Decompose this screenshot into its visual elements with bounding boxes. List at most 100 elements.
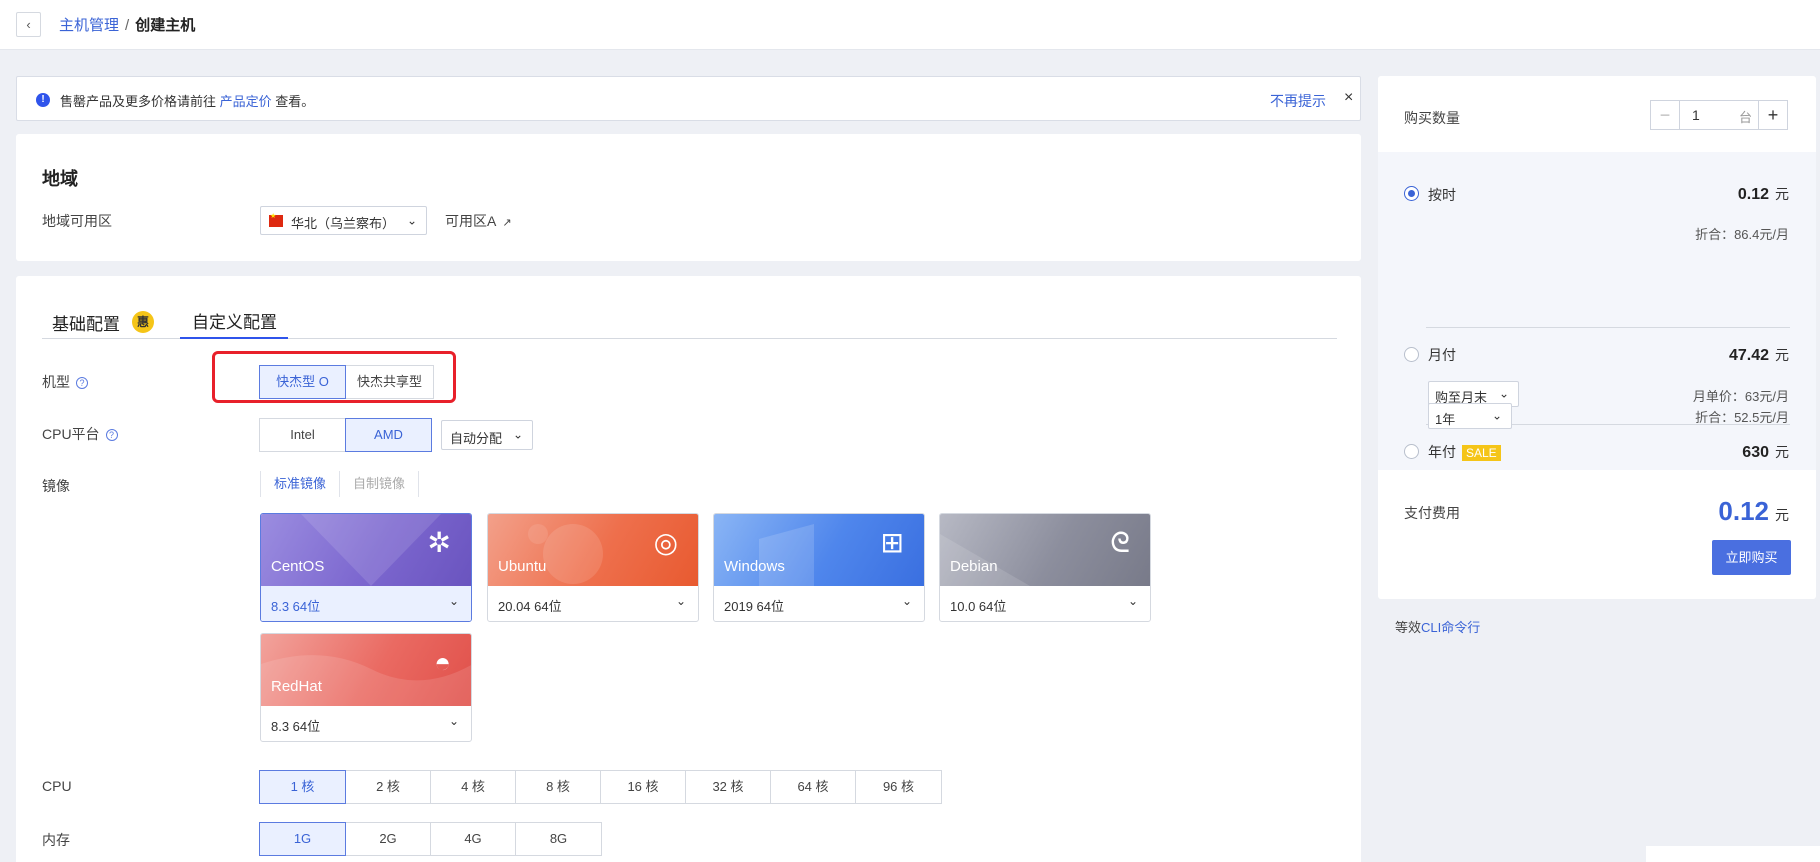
cpu-platform-selector: Intel AMD bbox=[259, 418, 432, 452]
memory-option[interactable]: 1G bbox=[259, 822, 346, 856]
os-version: 8.3 64位 bbox=[271, 599, 321, 614]
sale-badge: SALE bbox=[1462, 445, 1501, 461]
os-name: CentOS bbox=[271, 558, 325, 575]
cpu-selector: 1 核 2 核 4 核 8 核 16 核 32 核 64 核 96 核 bbox=[259, 770, 942, 804]
external-link-icon: ↗ bbox=[502, 217, 512, 229]
notice-text: 售罄产品及更多价格请前往 产品定价 查看。 bbox=[60, 94, 315, 109]
debian-logo-icon: ᘓ bbox=[1110, 527, 1130, 558]
cpu-allocation-select[interactable]: 自动分配 ⌄ bbox=[441, 420, 533, 450]
os-card-ubuntu[interactable]: Ubuntu ◎ 20.04 64位 ⌄ bbox=[487, 513, 699, 622]
chevron-down-icon[interactable]: ⌄ bbox=[449, 594, 459, 608]
increment-button[interactable]: + bbox=[1758, 100, 1788, 130]
tab-active-indicator bbox=[180, 337, 288, 339]
image-tabs: 标准镜像 自制镜像 bbox=[260, 471, 420, 497]
os-card-debian[interactable]: Debian ᘓ 10.0 64位 ⌄ bbox=[939, 513, 1151, 622]
os-card-redhat[interactable]: RedHat ◓ 8.3 64位 ⌄ bbox=[260, 633, 472, 742]
chevron-down-icon[interactable]: ⌄ bbox=[902, 594, 912, 608]
buy-now-button[interactable]: 立即购买 bbox=[1712, 540, 1791, 575]
chevron-down-icon[interactable]: ⌄ bbox=[449, 714, 459, 728]
os-version: 20.04 64位 bbox=[498, 599, 562, 614]
centos-logo-icon: ✲ bbox=[427, 527, 451, 558]
region-title: 地域 bbox=[42, 169, 78, 189]
info-icon: ! bbox=[36, 93, 50, 107]
chevron-down-icon: ⌄ bbox=[1498, 386, 1509, 401]
decrement-button[interactable]: − bbox=[1650, 100, 1680, 130]
top-bar: ‹ 主机管理 / 创建主机 bbox=[0, 0, 1820, 50]
plan-name: 按时 bbox=[1428, 187, 1456, 203]
yearly-period-select[interactable]: 1年 ⌄ bbox=[1428, 403, 1512, 429]
cpu-platform-label: CPU平台? bbox=[42, 424, 118, 444]
radio-yearly[interactable] bbox=[1404, 444, 1419, 459]
total-price: 0.12 元 bbox=[1718, 496, 1789, 526]
cpu-label: CPU bbox=[42, 778, 72, 794]
region-card: 地域 地域可用区 华北（乌兰察布） ⌄ 可用区A↗ bbox=[16, 134, 1361, 261]
total-label: 支付费用 bbox=[1404, 505, 1460, 521]
breadcrumb: 主机管理 / 创建主机 bbox=[59, 17, 196, 34]
tab-standard-image[interactable]: 标准镜像 bbox=[260, 471, 341, 497]
radio-monthly[interactable] bbox=[1404, 347, 1419, 362]
region-select[interactable]: 华北（乌兰察布） ⌄ bbox=[260, 206, 427, 235]
memory-option[interactable]: 2G bbox=[345, 822, 431, 856]
os-name: RedHat bbox=[271, 678, 322, 695]
order-summary-card: 购买数量 − 1台 + 按时 0.12 元 折合：86.4元/月 月付 47.42… bbox=[1378, 76, 1816, 599]
quantity-label: 购买数量 bbox=[1404, 110, 1460, 126]
help-icon: ? bbox=[76, 377, 88, 389]
os-name: Ubuntu bbox=[498, 558, 547, 575]
back-button[interactable]: ‹ bbox=[16, 12, 41, 37]
cpu-option[interactable]: 16 核 bbox=[600, 770, 686, 804]
chevron-down-icon: ⌄ bbox=[1491, 408, 1502, 423]
plan-note: 折合：86.4元/月 bbox=[1695, 227, 1789, 242]
cpu-platform-option[interactable]: Intel bbox=[259, 418, 346, 452]
close-icon[interactable]: × bbox=[1344, 89, 1353, 107]
chevron-down-icon[interactable]: ⌄ bbox=[676, 594, 686, 608]
chevron-down-icon: ⌄ bbox=[406, 212, 417, 227]
os-version: 8.3 64位 bbox=[271, 719, 321, 734]
discount-badge: 惠 bbox=[132, 311, 154, 333]
help-icon: ? bbox=[105, 429, 118, 441]
page-title: 创建主机 bbox=[135, 17, 196, 34]
redhat-logo-icon: ◓ bbox=[434, 647, 451, 678]
cpu-option[interactable]: 64 核 bbox=[770, 770, 856, 804]
dismiss-link[interactable]: 不再提示 bbox=[1270, 91, 1326, 111]
tab-basic[interactable]: 基础配置 bbox=[52, 310, 120, 335]
plan-name: 年付 SALE bbox=[1428, 442, 1501, 462]
memory-option[interactable]: 8G bbox=[515, 822, 602, 856]
tab-custom-image[interactable]: 自制镜像 bbox=[340, 471, 420, 497]
cpu-option[interactable]: 96 核 bbox=[855, 770, 942, 804]
radio-hourly[interactable] bbox=[1404, 186, 1419, 201]
machine-type-option[interactable]: 快杰型 O bbox=[259, 365, 346, 399]
os-version: 2019 64位 bbox=[724, 599, 784, 614]
cli-link[interactable]: 等效CLI命令行 bbox=[1395, 617, 1480, 636]
pricing-link[interactable]: 产品定价 bbox=[220, 94, 272, 109]
os-card-windows[interactable]: Windows ⊞ 2019 64位 ⌄ bbox=[713, 513, 925, 622]
memory-option[interactable]: 4G bbox=[430, 822, 516, 856]
machine-type-label: 机型? bbox=[42, 372, 88, 392]
breadcrumb-parent[interactable]: 主机管理 bbox=[59, 17, 119, 34]
bottom-widget-peek bbox=[1646, 846, 1820, 862]
cpu-option[interactable]: 2 核 bbox=[345, 770, 431, 804]
plan-name: 月付 bbox=[1428, 347, 1456, 363]
image-label: 镜像 bbox=[42, 478, 70, 494]
cpu-option[interactable]: 1 核 bbox=[259, 770, 346, 804]
chevron-left-icon: ‹ bbox=[26, 17, 31, 32]
chevron-down-icon: ⌄ bbox=[512, 427, 523, 442]
memory-selector: 1G 2G 4G 8G bbox=[259, 822, 602, 856]
os-card-centos[interactable]: CentOS ✲ 8.3 64位 ⌄ bbox=[260, 513, 472, 622]
region-label: 地域可用区 bbox=[42, 213, 112, 229]
memory-label: 内存 bbox=[42, 832, 70, 848]
os-name: Debian bbox=[950, 558, 998, 575]
cpu-platform-option[interactable]: AMD bbox=[345, 418, 432, 452]
plan-price: 630 元 bbox=[1742, 444, 1789, 461]
tab-custom[interactable]: 自定义配置 bbox=[192, 308, 277, 333]
zone-label: 可用区A ↗ bbox=[445, 213, 512, 229]
plan-note: 折合：52.5元/月 bbox=[1695, 410, 1789, 425]
quantity-input[interactable]: 1台 bbox=[1680, 100, 1758, 130]
windows-logo-icon: ⊞ bbox=[880, 527, 904, 558]
china-flag-icon bbox=[269, 212, 283, 227]
plan-price: 0.12 元 bbox=[1737, 186, 1789, 203]
cpu-option[interactable]: 32 核 bbox=[685, 770, 771, 804]
cpu-option[interactable]: 8 核 bbox=[515, 770, 601, 804]
notice-bar: ! 售罄产品及更多价格请前往 产品定价 查看。 不再提示 × bbox=[16, 76, 1361, 121]
chevron-down-icon[interactable]: ⌄ bbox=[1128, 594, 1138, 608]
cpu-option[interactable]: 4 核 bbox=[430, 770, 516, 804]
